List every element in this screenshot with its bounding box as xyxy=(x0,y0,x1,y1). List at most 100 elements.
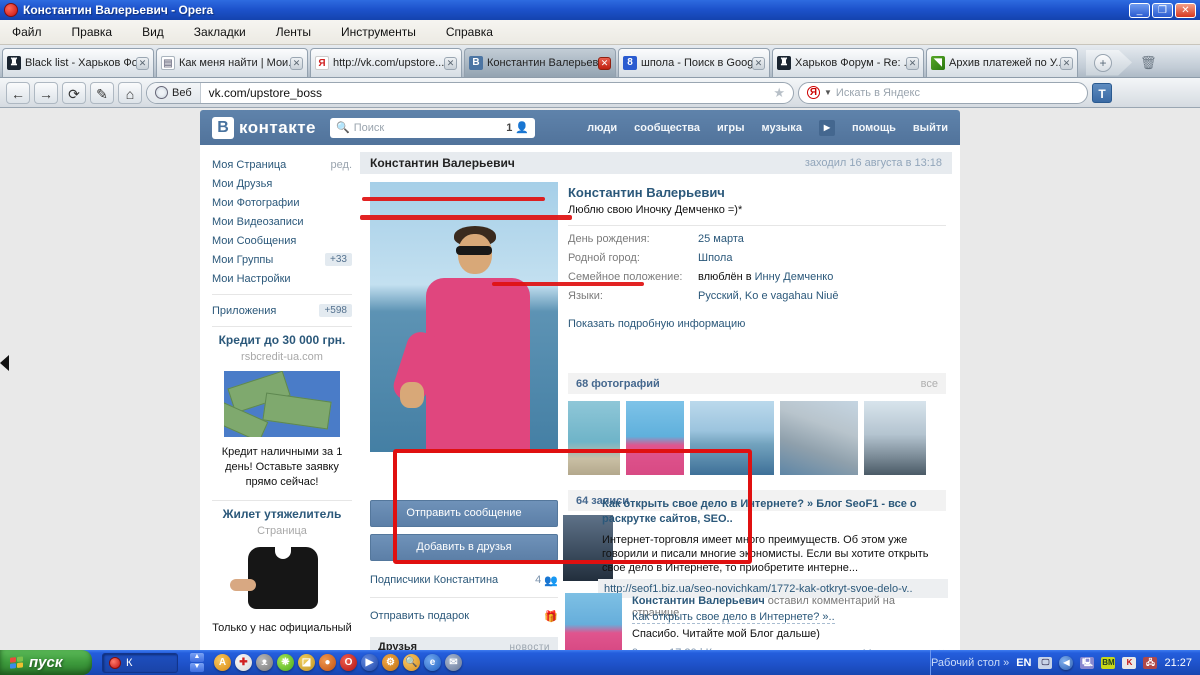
sidebar-item-my-page[interactable]: Моя Страница ред. xyxy=(212,155,352,174)
close-button[interactable]: ✕ xyxy=(1175,2,1196,18)
edit-link[interactable]: ред. xyxy=(331,159,352,171)
hometown-link[interactable]: Шпола xyxy=(698,252,732,271)
photo-thumb-castle[interactable] xyxy=(864,401,926,475)
ad-credit-url[interactable]: rsbcredit-ua.com xyxy=(212,351,352,363)
followers-row[interactable]: Подписчики Константина 4 👥 xyxy=(370,569,558,591)
profile-photo[interactable] xyxy=(370,182,558,452)
quicklaunch-icon[interactable]: ᴥ xyxy=(256,654,273,671)
sidebar-item-messages[interactable]: Мои Сообщения xyxy=(212,231,352,250)
panel-toggle-button[interactable]: T xyxy=(1092,82,1112,103)
url-field[interactable]: Веб vk.com/upstore_boss ★ xyxy=(146,81,794,104)
post-author-link[interactable]: Константин Валерьевич xyxy=(632,595,765,607)
post-page-link[interactable]: Как открыть свое дело в Интернете? ».. xyxy=(632,611,835,624)
send-gift-row[interactable]: Отправить подарок 🎁 xyxy=(370,605,558,627)
volume-tray-icon[interactable]: ◀ xyxy=(1059,655,1074,670)
sidebar-item-videos[interactable]: Мои Видеозаписи xyxy=(212,212,352,231)
ad-vest-title[interactable]: Жилет утяжелитель xyxy=(212,507,352,522)
web-dropdown[interactable]: Веб xyxy=(147,82,201,103)
menu-help[interactable]: Справка xyxy=(444,23,495,41)
nav-people[interactable]: люди xyxy=(587,122,617,134)
friends-news-link[interactable]: новости xyxy=(509,642,550,651)
vk-search-input[interactable]: 🔍 Поиск 1 👤 xyxy=(330,117,536,138)
tab-google-search[interactable]: 8 шпола - Поиск в Google ✕ xyxy=(618,48,770,77)
photos-count-title[interactable]: 68 фотографий xyxy=(576,378,660,390)
languages-link[interactable]: Русский, Ko e vagahau Niuē xyxy=(698,290,839,309)
quicklaunch-icon[interactable]: O xyxy=(340,654,357,671)
tab-close-icon[interactable]: ✕ xyxy=(906,56,919,70)
panel-collapse-arrow-icon[interactable] xyxy=(0,355,9,371)
edit-button[interactable]: ✎ xyxy=(90,81,114,104)
tab-close-icon[interactable]: ✕ xyxy=(136,56,149,70)
clock[interactable]: 21:27 xyxy=(1164,657,1192,669)
friends-title[interactable]: Друзья xyxy=(378,641,417,650)
sidebar-item-settings[interactable]: Мои Настройки xyxy=(212,269,352,288)
tab-vk-upstore[interactable]: Я http://vk.com/upstore... ✕ xyxy=(310,48,462,77)
quicklaunch-icon[interactable]: 🔍 xyxy=(403,654,420,671)
vk-logo[interactable]: В контакте xyxy=(212,116,316,139)
attachment-url-link[interactable]: http://seof1.biz.ua/seo-novichkam/1772-k… xyxy=(604,583,913,595)
nav-more-arrow-icon[interactable]: ▶ xyxy=(818,119,835,136)
quicklaunch-icon[interactable]: ⚙ xyxy=(382,654,399,671)
menu-bookmarks[interactable]: Закладки xyxy=(192,23,248,41)
ad-credit-title[interactable]: Кредит до 30 000 грн. xyxy=(212,333,352,348)
sidebar-item-photos[interactable]: Мои Фотографии xyxy=(212,193,352,212)
photos-all-link[interactable]: все xyxy=(921,378,938,390)
relationship-link[interactable]: Инну Демченко xyxy=(755,271,834,283)
new-tab-button[interactable]: + xyxy=(1094,53,1112,72)
nav-communities[interactable]: сообщества xyxy=(634,122,700,134)
menu-edit[interactable]: Правка xyxy=(70,23,115,41)
tab-kharkov-forum[interactable]: ♜ Харьков Форум - Re: ... ✕ xyxy=(772,48,924,77)
toolbar-chevrons[interactable]: ▲ ▼ xyxy=(190,653,204,672)
forward-button[interactable]: → xyxy=(34,81,58,104)
ad-vest-image[interactable] xyxy=(230,545,334,613)
tab-close-icon[interactable]: ✕ xyxy=(598,56,611,70)
tab-konstantin-active[interactable]: В Константин Валерьевич ✕ xyxy=(464,48,616,77)
tab-close-icon[interactable]: ✕ xyxy=(290,56,303,70)
quicklaunch-icon[interactable]: ❋ xyxy=(277,654,294,671)
nav-games[interactable]: игры xyxy=(717,122,744,134)
menu-view[interactable]: Вид xyxy=(140,23,166,41)
nav-music[interactable]: музыка xyxy=(761,122,801,134)
network-alert-tray-icon[interactable]: 🖧 xyxy=(1143,656,1158,669)
language-indicator[interactable]: EN xyxy=(1016,657,1031,669)
bm-tray-icon[interactable]: BM xyxy=(1101,656,1116,669)
profile-status[interactable]: Люблю свою Иночку Демченко =)* xyxy=(568,204,742,216)
url-text[interactable]: vk.com/upstore_boss xyxy=(201,86,330,100)
nav-help[interactable]: помощь xyxy=(852,122,896,134)
reload-button[interactable]: ⟳ xyxy=(62,81,86,104)
back-button[interactable]: ← xyxy=(6,81,30,104)
sidebar-item-groups[interactable]: Мои Группы +33 xyxy=(212,250,352,269)
quicklaunch-icon[interactable]: ◪ xyxy=(298,654,315,671)
quicklaunch-icon[interactable]: ✉ xyxy=(445,654,462,671)
desktop-toolbar[interactable]: Рабочий стол » xyxy=(931,657,1009,669)
tab-payments-archive[interactable]: ◥ Архив платежей по У... ✕ xyxy=(926,48,1078,77)
photo-thumb-cliff[interactable] xyxy=(780,401,858,475)
tab-blacklist[interactable]: ♜ Black list - Харьков Фо... ✕ xyxy=(2,48,154,77)
post-avatar[interactable] xyxy=(565,593,622,650)
quicklaunch-icon[interactable]: ▶ xyxy=(361,654,378,671)
birthday-link[interactable]: 25 марта xyxy=(698,233,744,252)
opera-task-button[interactable]: К xyxy=(102,652,178,673)
yandex-search-field[interactable]: Я ▼ Искать в Яндекс xyxy=(798,81,1088,104)
closed-tabs-trash-icon[interactable]: 🗑 xyxy=(1140,55,1157,71)
quicklaunch-icon[interactable]: ● xyxy=(319,654,336,671)
network-tray-icon[interactable]: 🖵 xyxy=(1038,656,1053,669)
tab-close-icon[interactable]: ✕ xyxy=(444,56,457,70)
tab-close-icon[interactable]: ✕ xyxy=(752,56,765,70)
start-button[interactable]: пуск xyxy=(0,650,92,675)
tab-how-to-find[interactable]: ▤ Как меня найти | Мои... ✕ xyxy=(156,48,308,77)
quicklaunch-icon[interactable]: e xyxy=(424,654,441,671)
menu-feeds[interactable]: Ленты xyxy=(274,23,313,41)
minimize-button[interactable]: _ xyxy=(1129,2,1150,18)
bookmark-star-icon[interactable]: ★ xyxy=(773,85,793,101)
monitors-tray-icon[interactable]: 🖳 xyxy=(1080,656,1095,669)
quicklaunch-icon[interactable]: A xyxy=(214,654,231,671)
restore-button[interactable]: ❐ xyxy=(1152,2,1173,18)
tab-close-icon[interactable]: ✕ xyxy=(1060,56,1073,70)
antivirus-tray-icon[interactable]: K xyxy=(1122,656,1137,669)
chevron-down-icon[interactable]: ▼ xyxy=(824,88,832,97)
show-more-link[interactable]: Показать подробную информацию xyxy=(568,318,745,330)
sidebar-item-apps[interactable]: Приложения +598 xyxy=(212,301,352,320)
nav-logout[interactable]: выйти xyxy=(913,122,948,134)
menu-tools[interactable]: Инструменты xyxy=(339,23,418,41)
